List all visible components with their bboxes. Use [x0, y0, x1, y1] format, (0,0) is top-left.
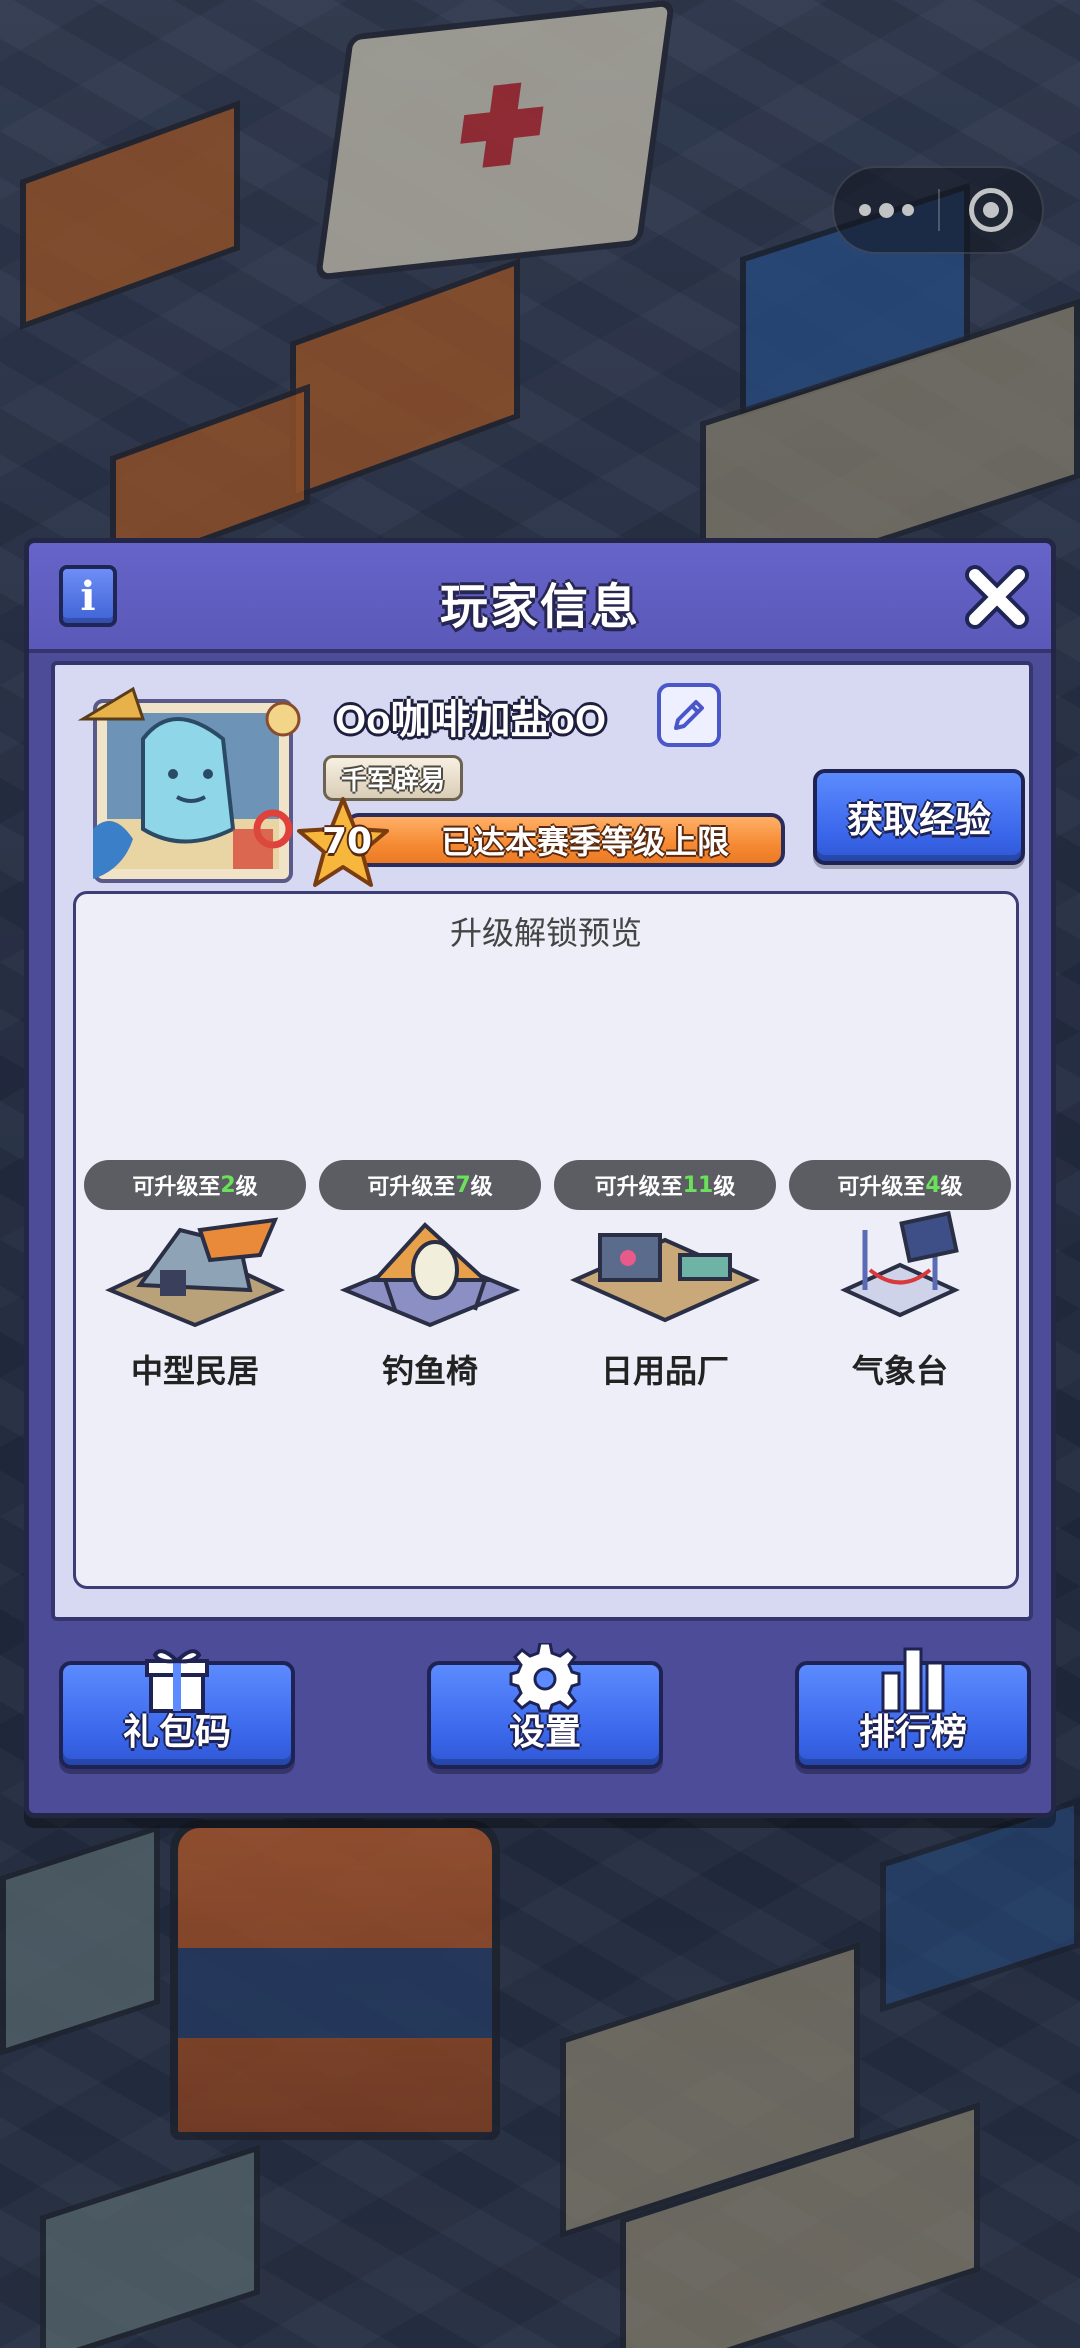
level-status-text: 已达本赛季等级上限 — [440, 823, 729, 861]
unlock-item-medium-house[interactable]: 可升级至 2 级 中型民居 — [80, 1160, 310, 1400]
leaderboard-button[interactable]: 排行榜 — [795, 1647, 1031, 1769]
unlock-item-weather-station[interactable]: 可升级至 4 级 气象台 — [785, 1160, 1015, 1400]
unlock-preview-box: 升级解锁预览 可升级至 2 级 中型民居 可升级至 7 级 钓鱼椅 可升级至 1… — [73, 891, 1019, 1589]
player-name: Oo咖啡加盐oO — [335, 698, 607, 742]
preview-title: 升级解锁预览 — [449, 915, 642, 951]
dialog-title: 玩家信息 — [439, 579, 640, 635]
pencil-icon — [674, 700, 704, 730]
get-exp-button[interactable]: 获取经验 — [813, 769, 1025, 865]
unlock-item-name: 日用品厂 — [600, 1352, 729, 1390]
gift-code-label: 礼包码 — [122, 1712, 231, 1753]
level-progress-bar: 已达本赛季等级上限 — [345, 813, 785, 867]
unlock-list: 可升级至 2 级 中型民居 可升级至 7 级 钓鱼椅 可升级至 11 级 日用品… — [80, 1160, 1016, 1400]
gift-code-button[interactable]: 礼包码 — [59, 1649, 295, 1769]
player-level: 70 — [321, 821, 373, 862]
edit-name-button[interactable] — [657, 683, 721, 747]
unlock-item-fishing-chair[interactable]: 可升级至 7 级 钓鱼椅 — [315, 1160, 545, 1400]
leaderboard-label: 排行榜 — [858, 1712, 967, 1753]
unlock-item-name: 钓鱼椅 — [381, 1352, 478, 1390]
player-info-dialog: i 玩家信息 Oo咖啡加盐oO 千军辟易 已达本赛季等级上限 70 获取经验 升… — [24, 538, 1056, 1818]
settings-label: 设置 — [508, 1712, 581, 1753]
unlock-item-name: 气象台 — [851, 1352, 948, 1390]
player-info-panel: Oo咖啡加盐oO 千军辟易 已达本赛季等级上限 70 获取经验 升级解锁预览 可… — [51, 661, 1033, 1621]
unlock-item-daily-goods-factory[interactable]: 可升级至 11 级 日用品厂 — [550, 1160, 780, 1400]
fishing-chair-image — [325, 1200, 535, 1330]
avatar[interactable] — [73, 679, 305, 891]
unlock-item-name: 中型民居 — [130, 1352, 259, 1390]
settings-button[interactable]: 设置 — [427, 1641, 663, 1769]
daily-goods-factory-image — [560, 1200, 770, 1330]
close-icon[interactable] — [961, 561, 1033, 633]
weather-station-image — [795, 1200, 1005, 1330]
medium-house-image — [90, 1200, 300, 1330]
dialog-header: i 玩家信息 — [29, 543, 1051, 653]
player-title-text: 千军辟易 — [340, 765, 445, 796]
